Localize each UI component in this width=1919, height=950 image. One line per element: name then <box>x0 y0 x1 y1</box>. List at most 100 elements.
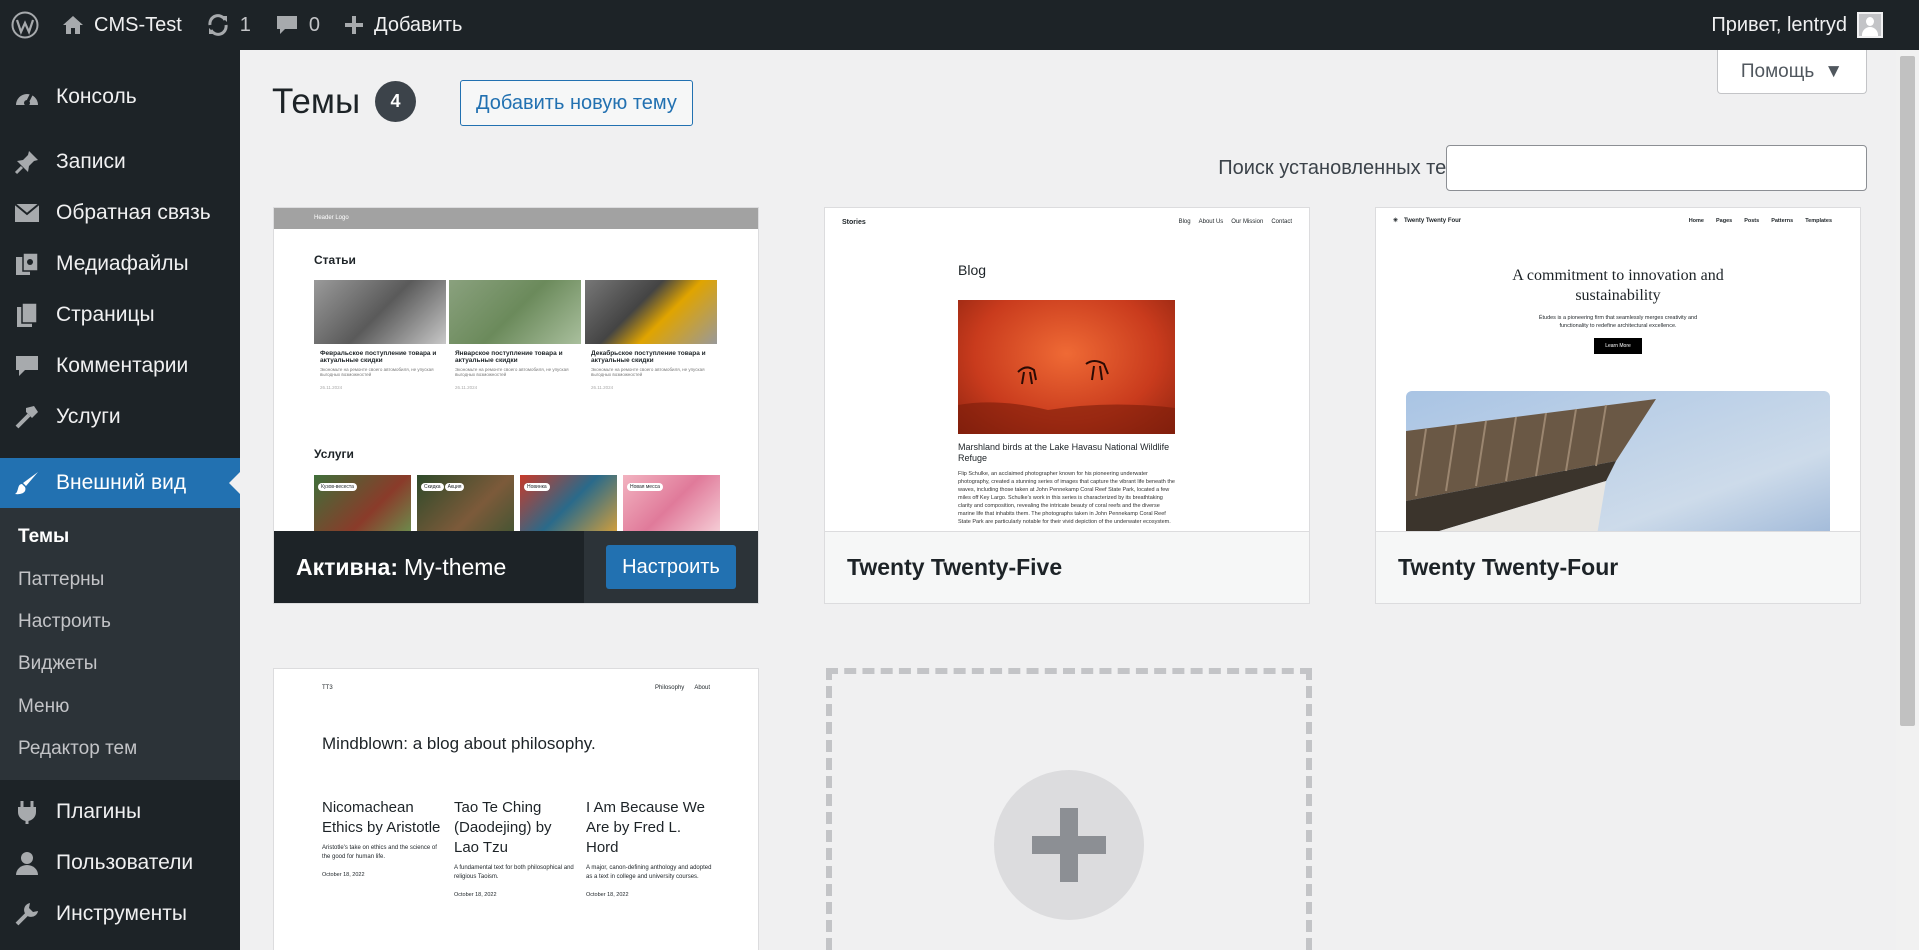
comments-link[interactable]: 0 <box>263 0 332 50</box>
submenu-theme-editor[interactable]: Редактор тем <box>0 728 240 770</box>
preview-image <box>1406 391 1830 531</box>
help-button[interactable]: Помощь ▼ <box>1717 50 1867 94</box>
theme-search-input[interactable] <box>1446 145 1867 191</box>
menu-label: Страницы <box>56 302 155 326</box>
preview-tag: Новая месса <box>627 483 663 491</box>
scrollbar-thumb[interactable] <box>1900 56 1915 726</box>
preview-post-date: October 18, 2022 <box>586 892 629 898</box>
menu-services[interactable]: Услуги <box>0 391 240 442</box>
preview-post-date: 26.11.2024 <box>455 385 478 390</box>
my-account[interactable]: Привет, lentryd <box>1699 0 1919 50</box>
preview-section-title: Услуги <box>314 447 354 461</box>
preview-nav-item: Patterns <box>1771 218 1794 224</box>
add-new-theme-tile[interactable] <box>826 668 1312 950</box>
preview-post-date: 26.11.2024 <box>320 385 343 390</box>
theme-card-active[interactable]: Header Logo Статьи Февральское поступлен… <box>273 207 759 604</box>
theme-card[interactable]: ✳ Twenty Twenty Four Home Pages Posts Pat… <box>1375 207 1861 604</box>
menu-label: Записи <box>56 149 126 173</box>
preview-post-text: Flip Schulke, an acclaimed photographer … <box>958 471 1175 525</box>
preview-post-title: Декабрьское поступление товара и актуаль… <box>591 350 706 364</box>
theme-card[interactable]: TT3 Philosophy About Mindblown: a blog a… <box>273 668 759 950</box>
menu-feedback[interactable]: Обратная связь <box>0 187 240 238</box>
submenu-themes[interactable]: Темы <box>0 516 240 558</box>
active-label: Активна: <box>296 553 399 580</box>
help-label: Помощь <box>1740 60 1815 82</box>
plugin-icon <box>12 797 42 827</box>
site-name-link[interactable]: CMS-Test <box>50 0 194 50</box>
updates-link[interactable]: 1 <box>194 0 263 50</box>
preview-site-title: TT3 <box>322 685 333 691</box>
customize-button[interactable]: Настроить <box>606 545 736 589</box>
theme-actions: Настроить <box>584 531 758 603</box>
menu-appearance[interactable]: Внешний вид <box>0 458 240 508</box>
menu-posts[interactable]: Записи <box>0 136 240 187</box>
preview-nav: Blog About Us Our Mission Contact <box>1179 219 1292 225</box>
preview-nav-item: Home <box>1688 218 1704 224</box>
theme-screenshot: ✳ Twenty Twenty Four Home Pages Posts Pat… <box>1376 208 1860 531</box>
menu-users[interactable]: Пользователи <box>0 837 240 888</box>
preview-post-title: Февральское поступление товара и актуаль… <box>320 350 437 364</box>
submenu-menus[interactable]: Меню <box>0 686 240 728</box>
preview-heading: A commitment to innovation and sustainab… <box>1512 267 1724 304</box>
menu-label: Пользователи <box>56 850 194 874</box>
preview-tag: Скидка <box>421 483 444 491</box>
media-icon <box>12 249 42 279</box>
new-content-label: Добавить <box>374 13 463 36</box>
theme-screenshot: Header Logo Статьи Февральское поступлен… <box>274 208 758 531</box>
comments-count: 0 <box>308 13 321 36</box>
preview-heading: Mindblown: a blog about philosophy. <box>322 734 596 753</box>
preview-post-text: Aristotle's take on ethics and the scien… <box>322 845 437 860</box>
preview-site-title: Twenty Twenty Four <box>1404 217 1462 224</box>
plus-icon <box>345 16 364 34</box>
admin-sidebar: Консоль Записи Обратная связь Медиафайлы… <box>0 50 240 950</box>
menu-comments[interactable]: Комментарии <box>0 340 240 391</box>
page-scrollbar[interactable] <box>1896 50 1919 950</box>
menu-dashboard[interactable]: Консоль <box>0 70 240 124</box>
logo-icon: ✳ <box>1393 218 1399 224</box>
dashboard-icon <box>12 82 42 112</box>
brush-icon <box>12 468 42 498</box>
theme-count-badge: 4 <box>375 81 416 122</box>
theme-card[interactable]: Stories Blog About Us Our Mission Contac… <box>824 207 1310 604</box>
preview-nav-item: Blog <box>1178 219 1191 225</box>
submenu-patterns[interactable]: Паттерны <box>0 558 240 600</box>
preview-image: Новинка <box>520 475 617 531</box>
preview-post-date: October 18, 2022 <box>454 892 497 898</box>
preview-post-title: Tao Te Ching (Daodejing) by Lao Tzu <box>454 799 552 856</box>
menu-plugins[interactable]: Плагины <box>0 786 240 837</box>
theme-screenshot: Stories Blog About Us Our Mission Contac… <box>825 208 1309 531</box>
preview-nav-item: Pages <box>1715 218 1733 224</box>
add-new-theme-button[interactable]: Добавить новую тему <box>460 80 693 126</box>
wordpress-logo-icon[interactable] <box>0 0 50 50</box>
preview-nav-item: Our Mission <box>1231 219 1264 225</box>
plus-icon <box>994 770 1144 920</box>
menu-pages[interactable]: Страницы <box>0 289 240 340</box>
menu-tools[interactable]: Инструменты <box>0 888 240 939</box>
preview-image <box>314 280 446 344</box>
page-title: Темы <box>272 82 361 121</box>
submenu-widgets[interactable]: Виджеты <box>0 643 240 685</box>
preview-learn-more-button: Learn More <box>1594 338 1642 354</box>
submenu-customize[interactable]: Настроить <box>0 601 240 643</box>
theme-name: My-theme <box>404 553 507 580</box>
bird-icon <box>958 360 1175 434</box>
menu-label: Медиафайлы <box>56 251 189 275</box>
preview-nav-item: Philosophy <box>654 685 685 691</box>
preview-nav-item: About <box>694 685 710 691</box>
preview-post-title: Январское поступление товара и актуальны… <box>455 350 563 364</box>
preview-post-text: A fundamental text for both philosophica… <box>454 865 574 880</box>
search-label: Поиск установленных тем <box>1218 157 1460 179</box>
pin-icon <box>12 147 42 177</box>
menu-label: Обратная связь <box>56 200 211 224</box>
users-icon <box>12 848 42 878</box>
refresh-icon <box>208 14 228 36</box>
preview-nav-item: About Us <box>1198 219 1224 225</box>
preview-post-date: October 18, 2022 <box>322 872 365 878</box>
menu-label: Инструменты <box>56 901 187 925</box>
menu-label: Услуги <box>56 404 121 428</box>
menu-media[interactable]: Медиафайлы <box>0 238 240 289</box>
caret-down-icon: ▼ <box>1824 60 1844 82</box>
new-content-link[interactable]: Добавить <box>332 0 474 50</box>
preview-post-date: 26.11.2024 <box>591 385 614 390</box>
preview-image <box>449 280 581 344</box>
